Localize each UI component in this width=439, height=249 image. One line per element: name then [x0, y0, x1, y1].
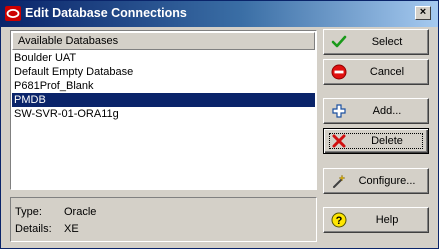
list-item[interactable]: Boulder UAT — [12, 51, 315, 65]
close-icon: × — [419, 6, 427, 18]
cancel-button[interactable]: Cancel — [323, 59, 429, 85]
list-item[interactable]: SW-SVR-01-ORA11g — [12, 107, 315, 121]
configure-button[interactable]: Configure... — [323, 168, 429, 194]
available-databases-list[interactable]: Available Databases Boulder UAT Default … — [10, 30, 317, 190]
list-header[interactable]: Available Databases — [12, 32, 315, 50]
add-button[interactable]: Add... — [323, 98, 429, 124]
help-button[interactable]: ? Help — [323, 207, 429, 233]
list-item[interactable]: Default Empty Database — [12, 65, 315, 79]
window-title: Edit Database Connections — [25, 6, 187, 20]
focus-indicator — [329, 133, 423, 149]
configure-label: Configure... — [358, 175, 416, 187]
oracle-logo-icon — [5, 6, 21, 21]
help-label: Help — [375, 214, 399, 226]
close-button[interactable]: × — [415, 6, 431, 20]
red-no-entry-icon — [331, 64, 347, 80]
title-bar[interactable]: Edit Database Connections × — [1, 1, 438, 27]
list-item[interactable]: P681Prof_Blank — [12, 79, 315, 93]
svg-text:?: ? — [336, 215, 343, 227]
delete-button[interactable]: Delete — [323, 128, 429, 154]
cancel-label: Cancel — [369, 66, 405, 78]
type-value: Oracle — [64, 206, 97, 218]
details-value: XE — [64, 223, 79, 235]
type-label: Type: — [15, 206, 42, 218]
select-button[interactable]: Select — [323, 29, 429, 55]
edit-database-connections-dialog: Edit Database Connections × Available Da… — [0, 0, 439, 249]
yellow-question-icon: ? — [331, 212, 347, 228]
select-label: Select — [371, 36, 403, 48]
details-panel: Type: Oracle Details: XE — [10, 197, 317, 242]
list-item-selected[interactable]: PMDB — [12, 93, 315, 107]
magic-wand-icon — [333, 174, 346, 188]
add-label: Add... — [372, 105, 402, 117]
details-row: Details: XE — [15, 223, 79, 235]
list-items: Boulder UAT Default Empty Database P681P… — [12, 51, 315, 121]
blue-plus-icon — [332, 104, 346, 118]
type-row: Type: Oracle — [15, 206, 96, 218]
details-label: Details: — [15, 223, 52, 235]
green-check-icon — [331, 35, 347, 48]
